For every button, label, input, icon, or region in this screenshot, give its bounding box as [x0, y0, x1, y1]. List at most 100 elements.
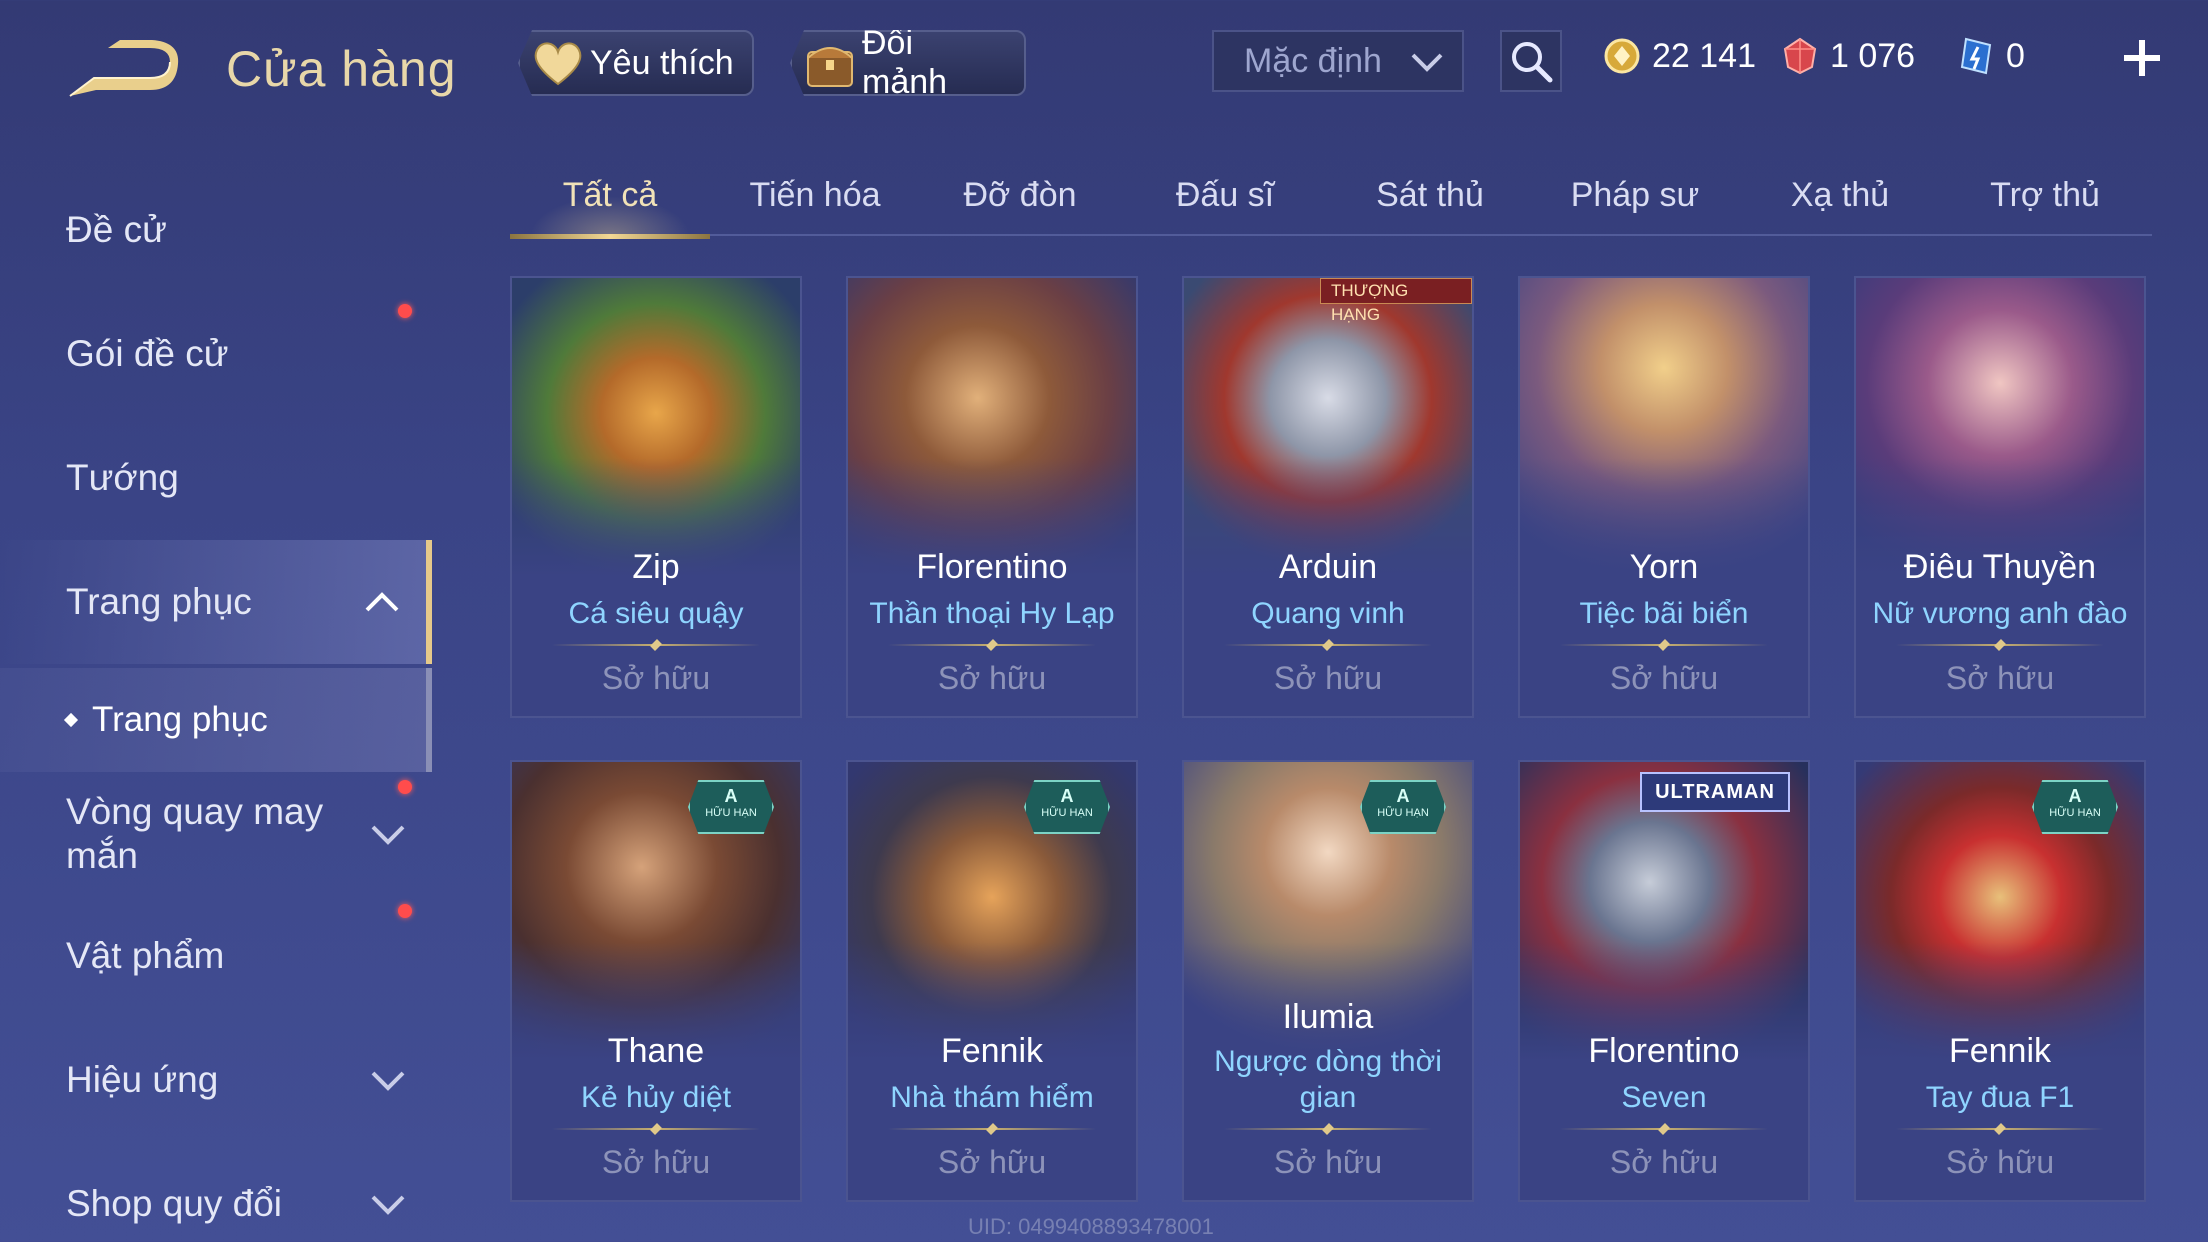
grade-badge: A HỮU HẠN: [1360, 780, 1446, 834]
skin-name: Thần thoại Hy Lạp: [869, 597, 1115, 630]
divider: [1896, 644, 2104, 646]
tab-mage[interactable]: Pháp sư: [1535, 160, 1735, 236]
divider: [888, 1128, 1096, 1130]
sidebar-item-label: Đề cử: [66, 209, 167, 250]
skin-card[interactable]: ULTRAMAN Florentino Seven Sở hữu: [1518, 760, 1810, 1202]
sidebar-item-heroes[interactable]: Tướng: [0, 416, 432, 540]
voucher-balance: 0: [1956, 36, 2025, 76]
back-arrow-icon: [69, 40, 179, 97]
divider: [888, 644, 1096, 646]
divider: [552, 1128, 760, 1130]
category-tabs: Tất cả Tiến hóa Đỡ đòn Đấu sĩ Sát thủ Ph…: [510, 160, 2152, 239]
skin-card[interactable]: A HỮU HẠN Ilumia Ngược dòng thời gian Sở …: [1182, 760, 1474, 1202]
skin-name: Seven: [1621, 1081, 1707, 1114]
tab-evolution[interactable]: Tiến hóa: [715, 160, 915, 236]
sidebar-item-featured-packs[interactable]: Gói đề cử: [0, 292, 432, 416]
owned-status: Sở hữu: [1273, 660, 1383, 696]
grade-badge: A HỮU HẠN: [688, 780, 774, 834]
skin-card[interactable]: THƯỢNG HẠNG Arduin Quang vinh Sở hữu: [1182, 276, 1474, 718]
skin-card[interactable]: Điêu Thuyền Nữ vương anh đào Sở hữu: [1854, 276, 2146, 718]
skin-name: Ngược dòng thời gian: [1214, 1045, 1442, 1114]
owned-status: Sở hữu: [601, 660, 711, 696]
sidebar-item-label: Trang phục: [66, 581, 252, 622]
divider: [552, 644, 760, 646]
skin-name: Tiệc bãi biển: [1579, 597, 1749, 630]
hero-name: Yorn: [1629, 548, 1699, 586]
uid-watermark: UID: 0499408893478001: [968, 1214, 1214, 1239]
divider: [1560, 644, 1768, 646]
treasure-chest-icon: [804, 37, 856, 89]
exchange-fragments-button[interactable]: Đổi mảnh: [790, 30, 1026, 96]
skin-name: Kẻ hủy diệt: [580, 1081, 732, 1114]
favorites-label: Yêu thích: [590, 43, 734, 82]
hero-name: Điêu Thuyền: [1903, 548, 2097, 586]
chevron-down-icon: [371, 1195, 405, 1215]
sidebar-item-featured[interactable]: Đề cử: [0, 168, 432, 292]
ruby-balance: 1 076: [1780, 36, 1915, 76]
sidebar-item-lucky-wheel[interactable]: Vòng quay may mắn: [0, 772, 432, 896]
owned-status: Sở hữu: [937, 660, 1047, 696]
sidebar-item-effects[interactable]: Hiệu ứng: [0, 1018, 432, 1142]
notification-dot: [398, 780, 412, 794]
voucher-value: 0: [2006, 36, 2025, 75]
divider: [1224, 1128, 1432, 1130]
tab-tank[interactable]: Đỡ đòn: [920, 160, 1120, 236]
collab-badge: ULTRAMAN: [1640, 772, 1790, 812]
tab-support[interactable]: Trợ thủ: [1945, 160, 2145, 236]
search-icon: [1512, 42, 1553, 83]
owned-status: Sở hữu: [1609, 660, 1719, 696]
sort-dropdown[interactable]: Mặc định: [1212, 30, 1464, 92]
owned-status: Sở hữu: [1609, 1144, 1719, 1180]
owned-status: Sở hữu: [1273, 1144, 1383, 1180]
divider: [1896, 1128, 2104, 1130]
grade-badge: A HỮU HẠN: [1024, 780, 1110, 834]
notification-dot: [398, 304, 412, 318]
top-bar: Cửa hàng Yêu thích Đổi mảnh Mặc định 22 …: [0, 0, 2208, 130]
sidebar-item-label: Vật phẩm: [66, 935, 225, 976]
hero-name: Ilumia: [1282, 998, 1374, 1036]
tab-warrior[interactable]: Đấu sĩ: [1125, 160, 1325, 236]
hero-name: Zip: [632, 548, 680, 586]
hero-name: Fennik: [940, 1032, 1044, 1070]
sidebar-subitem-label: Trang phục: [92, 700, 268, 739]
sidebar-item-label: Gói đề cử: [66, 333, 229, 374]
skin-card[interactable]: Yorn Tiệc bãi biển Sở hữu: [1518, 276, 1810, 718]
voucher-icon: [1956, 36, 1996, 76]
owned-status: Sở hữu: [1945, 660, 2055, 696]
sidebar-item-items[interactable]: Vật phẩm: [0, 894, 432, 1018]
divider: [1560, 1128, 1768, 1130]
search-button[interactable]: [1500, 30, 1562, 92]
gold-value: 22 141: [1652, 36, 1756, 75]
back-button[interactable]: [66, 38, 181, 100]
hero-name: Fennik: [1948, 1032, 2052, 1070]
add-currency-button[interactable]: [2118, 30, 2166, 86]
gold-balance: 22 141: [1602, 36, 1756, 76]
sidebar-subitem-skins[interactable]: Trang phục: [0, 668, 432, 772]
favorites-button[interactable]: Yêu thích: [518, 30, 754, 96]
sidebar-item-exchange-shop[interactable]: Shop quy đổi: [0, 1142, 432, 1242]
heart-icon: [532, 37, 584, 89]
owned-status: Sở hữu: [601, 1144, 711, 1180]
tab-all[interactable]: Tất cả: [510, 160, 710, 239]
skin-card[interactable]: A HỮU HẠN Thane Kẻ hủy diệt Sở hữu: [510, 760, 802, 1202]
tab-marksman[interactable]: Xạ thủ: [1740, 160, 1940, 236]
ruby-value: 1 076: [1830, 36, 1916, 75]
sidebar-item-skins[interactable]: Trang phục: [0, 540, 432, 664]
sort-value: Mặc định: [1244, 41, 1382, 80]
skin-card[interactable]: Florentino Thần thoại Hy Lạp Sở hữu: [846, 276, 1138, 718]
skin-card[interactable]: A HỮU HẠN Fennik Nhà thám hiểm Sở hữu: [846, 760, 1138, 1202]
notification-dot: [398, 904, 412, 918]
bullet-icon: [63, 712, 79, 728]
skin-card[interactable]: Zip Cá siêu quậy Sở hữu: [510, 276, 802, 718]
premium-tier-badge: THƯỢNG HẠNG: [1320, 278, 1472, 324]
hero-name: Arduin: [1278, 548, 1378, 586]
divider: [1224, 644, 1432, 646]
skin-card[interactable]: A HỮU HẠN Fennik Tay đua F1 Sở hữu: [1854, 760, 2146, 1202]
chevron-down-icon: [371, 1071, 405, 1091]
sidebar-item-label: Tướng: [66, 457, 179, 498]
tab-assassin[interactable]: Sát thủ: [1330, 160, 1530, 236]
chevron-up-icon: [365, 592, 399, 612]
chevron-down-icon: [1411, 53, 1443, 72]
skin-name: Quang vinh: [1251, 597, 1405, 630]
skin-name: Nhà thám hiểm: [890, 1081, 1094, 1114]
